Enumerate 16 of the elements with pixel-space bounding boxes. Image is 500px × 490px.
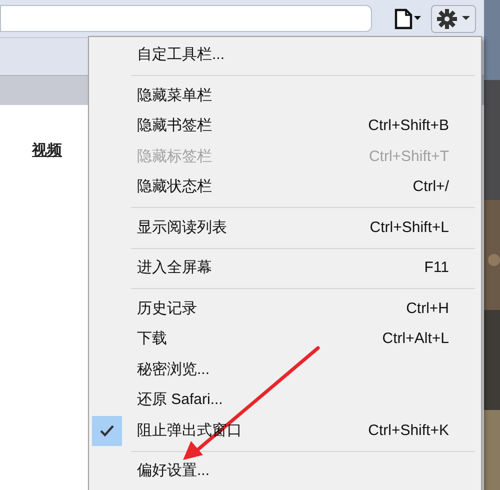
menu-item[interactable]: 显示阅读列表 Ctrl+Shift+L <box>89 212 481 243</box>
gear-icon <box>436 8 472 30</box>
menu-item[interactable]: 隐藏状态栏 Ctrl+/ <box>89 172 481 202</box>
menu-item[interactable]: 偏好设置... <box>89 456 481 486</box>
menu-item[interactable]: 隐藏书签栏 Ctrl+Shift+B <box>89 111 481 142</box>
settings-button[interactable] <box>431 4 476 32</box>
menu-item[interactable]: 隐藏菜单栏 <box>89 80 481 111</box>
menu-item[interactable]: 秘密浏览... <box>89 354 481 385</box>
menu-item[interactable]: 历史记录 Ctrl+H <box>89 294 481 324</box>
menu-item[interactable]: 进入全屏幕 F11 <box>89 253 481 284</box>
page-link[interactable]: 视频 <box>32 140 62 162</box>
menu-item[interactable]: 下载 Ctrl+Alt+L <box>89 324 481 354</box>
address-field[interactable] <box>0 5 372 32</box>
page-menu-icon[interactable] <box>393 8 423 30</box>
menu-item[interactable]: 自定工具栏... <box>89 40 481 70</box>
menu-item[interactable]: 还原 Safari... <box>89 385 481 416</box>
